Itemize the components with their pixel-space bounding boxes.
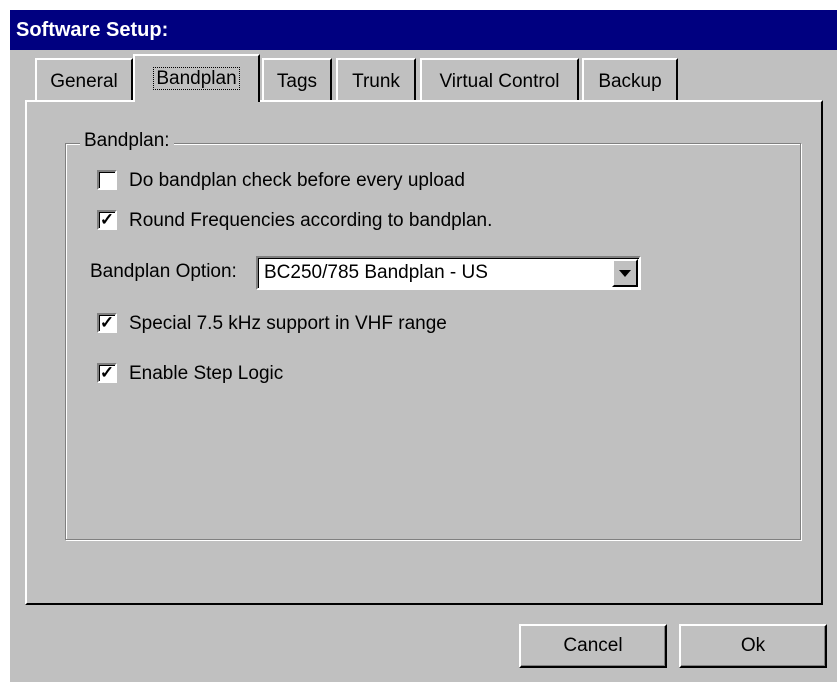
check-before-upload-checkbox[interactable] [97,170,117,190]
round-frequencies-checkbox[interactable]: ✓ [97,210,117,230]
tab-tags-label: Tags [276,71,318,92]
bandplan-option-value: BC250/785 Bandplan - US [264,262,488,283]
tab-virtual-control-label: Virtual Control [439,71,560,92]
tab-trunk[interactable]: Trunk [336,58,416,100]
tab-general[interactable]: General [35,58,133,100]
bandplan-option-select[interactable]: BC250/785 Bandplan - US [256,256,641,290]
dropdown-button[interactable] [612,259,638,287]
tab-trunk-label: Trunk [352,71,400,92]
chevron-down-icon [619,270,631,277]
cancel-button[interactable]: Cancel [519,624,667,668]
special-vhf-checkbox[interactable]: ✓ [97,313,117,333]
special-vhf-label: Special 7.5 kHz support in VHF range [129,313,447,334]
bandplan-groupbox [65,143,801,540]
checkmark-icon: ✓ [99,363,115,382]
step-logic-checkbox[interactable]: ✓ [97,363,117,383]
tab-backup[interactable]: Backup [582,58,678,100]
checkmark-icon: ✓ [99,210,115,229]
bandplan-group-label: Bandplan: [80,128,174,154]
round-frequencies-label: Round Frequencies according to bandplan. [129,210,493,231]
step-logic-label: Enable Step Logic [129,363,284,384]
tab-bandplan-label: Bandplan [153,67,240,90]
bandplan-option-label: Bandplan Option: [90,261,237,282]
tab-bandplan[interactable]: Bandplan [133,54,260,102]
tab-virtual-control[interactable]: Virtual Control [420,58,579,100]
tab-backup-label: Backup [598,71,662,92]
window-title: Software Setup: [10,10,837,50]
tab-general-label: General [50,71,118,92]
ok-button[interactable]: Ok [679,624,827,668]
check-before-upload-label: Do bandplan check before every upload [129,170,465,191]
checkmark-icon: ✓ [99,313,115,332]
tab-tags[interactable]: Tags [262,58,332,100]
